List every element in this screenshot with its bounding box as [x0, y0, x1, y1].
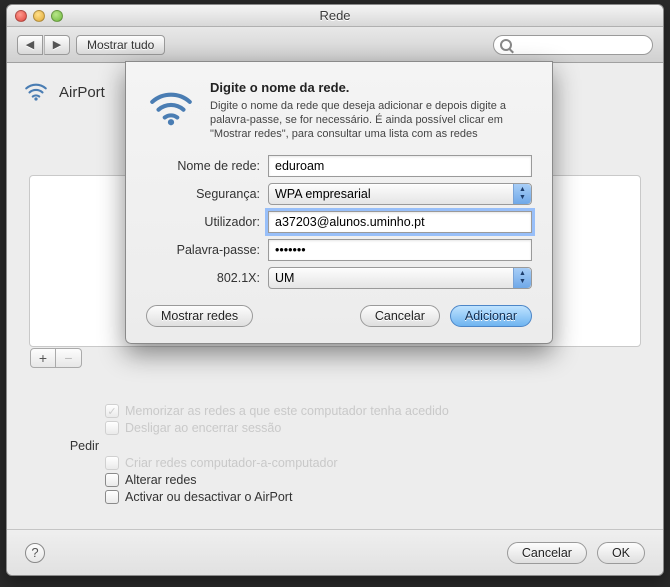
user-label: Utilizador:	[146, 215, 268, 229]
toggle-airport-checkbox-row: Activar ou desactivar o AirPort	[105, 490, 633, 504]
remember-networks-checkbox-row: ✓ Memorizar as redes a que este computad…	[105, 404, 633, 418]
toolbar: ◀ ▶ Mostrar tudo	[7, 27, 663, 63]
remove-network-button: −	[56, 348, 82, 368]
network-name-label: Nome de rede:	[146, 159, 268, 173]
password-label: Palavra-passe:	[146, 243, 268, 257]
airport-label: AirPort	[59, 84, 105, 101]
help-button[interactable]: ?	[25, 543, 45, 563]
sheet-heading: Digite o nome da rede.	[210, 80, 532, 95]
chevron-updown-icon	[513, 184, 531, 204]
change-networks-checkbox-row: Alterar redes	[105, 473, 633, 487]
checkbox-icon[interactable]: ✓	[105, 404, 119, 418]
security-select[interactable]: WPA empresarial	[268, 183, 532, 205]
search-field[interactable]	[493, 35, 653, 55]
checkbox-icon[interactable]	[105, 490, 119, 504]
sheet-cancel-button[interactable]: Cancelar	[360, 305, 440, 327]
window-title: Rede	[7, 8, 663, 23]
show-all-button[interactable]: Mostrar tudo	[76, 35, 165, 55]
preferences-window: Rede ◀ ▶ Mostrar tudo AirPort Redes pref…	[6, 4, 664, 576]
checkbox-icon[interactable]	[105, 456, 119, 470]
checkbox-icon[interactable]	[105, 421, 119, 435]
back-button[interactable]: ◀	[17, 35, 43, 55]
add-network-sheet: Digite o nome da rede. Digite o nome da …	[125, 61, 553, 344]
password-input[interactable]	[268, 239, 532, 261]
user-input[interactable]	[268, 211, 532, 233]
sheet-add-button[interactable]: Adicionar	[450, 305, 532, 327]
ok-button[interactable]: OK	[597, 542, 645, 564]
network-name-input[interactable]	[268, 155, 532, 177]
security-label: Segurança:	[146, 187, 268, 201]
titlebar: Rede	[7, 5, 663, 27]
create-adhoc-checkbox-row: Criar redes computador-a-computador	[105, 456, 633, 470]
search-icon	[500, 39, 512, 51]
add-network-button[interactable]: +	[30, 348, 56, 368]
pedir-label-row: Pedir	[105, 439, 633, 453]
cancel-button[interactable]: Cancelar	[507, 542, 587, 564]
wifi-icon	[23, 77, 49, 108]
lower-options: ✓ Memorizar as redes a que este computad…	[105, 401, 633, 507]
forward-button[interactable]: ▶	[44, 35, 70, 55]
chevron-updown-icon	[513, 268, 531, 288]
checkbox-icon[interactable]	[105, 473, 119, 487]
dot1x-label: 802.1X:	[146, 271, 268, 285]
show-networks-button[interactable]: Mostrar redes	[146, 305, 253, 327]
sheet-subtext: Digite o nome da rede que deseja adicion…	[210, 99, 532, 141]
dot1x-select[interactable]: UM	[268, 267, 532, 289]
search-input[interactable]	[516, 39, 646, 51]
bottom-bar: ? Cancelar OK	[7, 529, 663, 575]
logout-disconnect-checkbox-row: Desligar ao encerrar sessão	[105, 421, 633, 435]
wifi-icon	[146, 80, 196, 141]
